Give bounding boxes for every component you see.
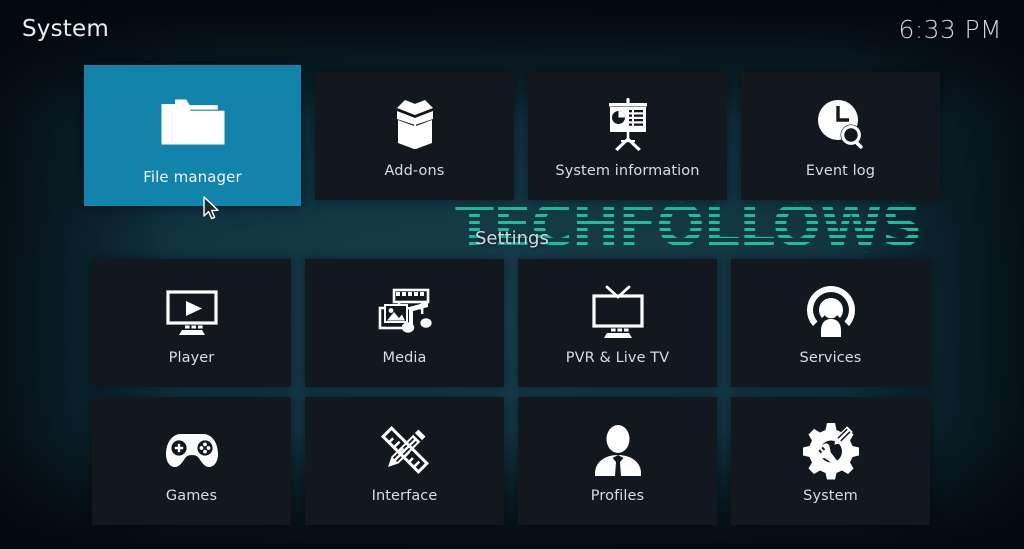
tile-label: System [803, 488, 858, 504]
person-broadcast-icon [799, 280, 863, 344]
folder-icon [157, 86, 229, 158]
tile-label: Profiles [590, 488, 645, 504]
tile-label: Interface [371, 488, 438, 504]
clock-search-icon [809, 93, 873, 157]
tile-label: Player [168, 350, 215, 366]
tile-media[interactable]: Media [305, 259, 504, 387]
gamepad-icon [160, 418, 224, 482]
tile-file-manager[interactable]: File manager [84, 65, 301, 206]
tile-interface[interactable]: Interface [305, 397, 504, 525]
tile-label: File manager [143, 167, 242, 186]
tile-row: Player Media PVR & Live TV Services [0, 259, 1024, 387]
film-photo-note-icon [373, 280, 437, 344]
tile-system[interactable]: System [731, 397, 930, 525]
category-label: Settings [475, 228, 549, 249]
tile-system-information[interactable]: System information [528, 72, 727, 200]
person-bust-icon [586, 418, 650, 482]
tile-label: Event log [805, 163, 876, 179]
page-title: System [22, 16, 109, 42]
tile-add-ons[interactable]: Add-ons [315, 72, 514, 200]
tile-label: Games [165, 488, 218, 504]
tile-label: PVR & Live TV [565, 350, 670, 366]
tile-label: Media [382, 350, 427, 366]
tile-pvr-live-tv[interactable]: PVR & Live TV [518, 259, 717, 387]
tile-label: System information [555, 163, 700, 179]
tile-row: Games Interface Profiles System [0, 397, 1024, 525]
clock: 6:33 PM [898, 14, 1002, 44]
monitor-play-icon [160, 280, 224, 344]
tile-label: Add-ons [384, 163, 445, 179]
tv-antenna-icon [586, 280, 650, 344]
pencil-ruler-icon [373, 418, 437, 482]
tile-profiles[interactable]: Profiles [518, 397, 717, 525]
tile-player[interactable]: Player [92, 259, 291, 387]
tile-row: File manager Add-ons System information Eve… [0, 65, 1024, 206]
open-box-icon [383, 93, 447, 157]
tile-label: Services [799, 350, 862, 366]
gear-screwdriver-icon [799, 418, 863, 482]
presentation-board-icon [596, 93, 660, 157]
tile-services[interactable]: Services [731, 259, 930, 387]
tile-event-log[interactable]: Event log [741, 72, 940, 200]
window-header: System 6:33 PM [0, 0, 1024, 58]
tile-games[interactable]: Games [92, 397, 291, 525]
